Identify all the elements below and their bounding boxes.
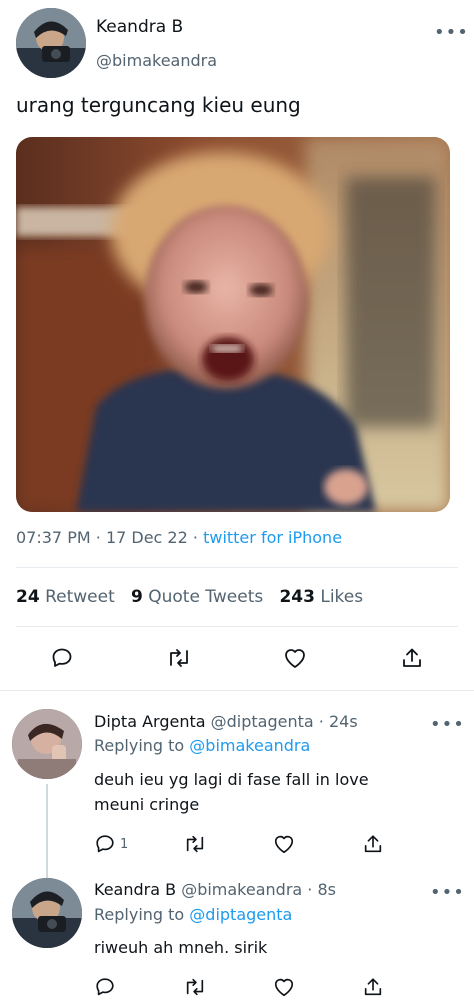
thread-line	[46, 784, 48, 878]
reply-author-handle: @bimakeandra	[181, 880, 303, 899]
divider	[16, 626, 458, 627]
retweet-icon	[170, 649, 188, 667]
more-horizontal-icon: •••	[430, 714, 465, 735]
tweet-date[interactable]: 17 Dec 22	[106, 528, 188, 547]
like-icon	[285, 649, 305, 668]
reply-age: 8s	[317, 880, 336, 899]
reply-icon	[96, 978, 114, 996]
tweet-text: urang terguncang kieu eung	[16, 93, 301, 117]
divider	[0, 690, 474, 691]
reply-like-button[interactable]	[272, 976, 296, 998]
tweet-source-link[interactable]: twitter for iPhone	[203, 528, 342, 547]
more-horizontal-icon: •••	[434, 22, 469, 43]
replying-to: Replying to @diptagenta	[94, 905, 293, 924]
reply-count: 1	[120, 836, 129, 852]
author-handle[interactable]: @bimakeandra	[96, 51, 217, 70]
reply-age: 24s	[328, 712, 358, 731]
share-icon	[364, 978, 382, 996]
retweet-button[interactable]	[163, 642, 195, 674]
share-button[interactable]	[396, 642, 428, 674]
reply-author-handle: @diptagenta	[210, 712, 314, 731]
likes-stat[interactable]: 243 Likes	[279, 587, 363, 607]
reply-avatar[interactable]	[12, 709, 82, 779]
retweet-icon	[186, 835, 204, 853]
like-icon	[274, 835, 294, 854]
share-icon	[364, 835, 382, 853]
reply-reply-button[interactable]	[94, 976, 116, 998]
quote-tweets-stat[interactable]: 9 Quote Tweets	[131, 587, 263, 607]
replying-to-link[interactable]: @diptagenta	[189, 905, 292, 924]
reply-retweet-button[interactable]	[183, 976, 207, 998]
divider	[16, 567, 458, 568]
retweets-stat[interactable]: 24 Retweet	[16, 587, 115, 607]
reply-author-name: Dipta Argenta	[94, 712, 206, 731]
author-avatar[interactable]	[16, 8, 86, 78]
reply-author[interactable]: Keandra B @bimakeandra · 8s	[94, 880, 336, 899]
reply-more-button[interactable]: •••	[430, 716, 465, 734]
reply-reply-button[interactable]: 1	[94, 833, 128, 855]
reply-icon	[96, 835, 114, 853]
retweet-icon	[186, 978, 204, 996]
tweet-stats: 24 Retweet 9 Quote Tweets 243 Likes	[16, 587, 363, 607]
like-button[interactable]	[279, 642, 311, 674]
reply-share-button[interactable]	[362, 833, 384, 855]
reply-avatar[interactable]	[12, 878, 82, 948]
more-horizontal-icon: •••	[430, 882, 465, 903]
tweet-time: 07:37 PM	[16, 528, 91, 547]
reply-retweet-button[interactable]	[183, 833, 207, 855]
author-name[interactable]: Keandra B	[96, 17, 183, 37]
blurry-child-photo	[16, 137, 450, 512]
replying-to: Replying to @bimakeandra	[94, 736, 311, 755]
tweet-media-photo[interactable]	[16, 137, 450, 512]
like-icon	[274, 978, 294, 997]
reply-share-button[interactable]	[362, 976, 384, 998]
reply-author[interactable]: Dipta Argenta @diptagenta · 24s	[94, 712, 358, 731]
more-options-button[interactable]: •••	[434, 24, 469, 42]
reply-icon	[52, 648, 72, 667]
tweet-meta: 07:37 PM · 17 Dec 22 · twitter for iPhon…	[16, 528, 343, 547]
replying-to-link[interactable]: @bimakeandra	[189, 736, 310, 755]
reply-text: deuh ieu yg lagi di fase fall in love me…	[94, 770, 369, 814]
reply-like-button[interactable]	[272, 833, 296, 855]
reply-author-name: Keandra B	[94, 880, 177, 899]
reply-text: riweuh ah mneh. sirik	[94, 938, 268, 957]
reply-button[interactable]	[46, 642, 78, 674]
share-icon	[403, 648, 421, 667]
reply-more-button[interactable]: •••	[430, 884, 465, 902]
